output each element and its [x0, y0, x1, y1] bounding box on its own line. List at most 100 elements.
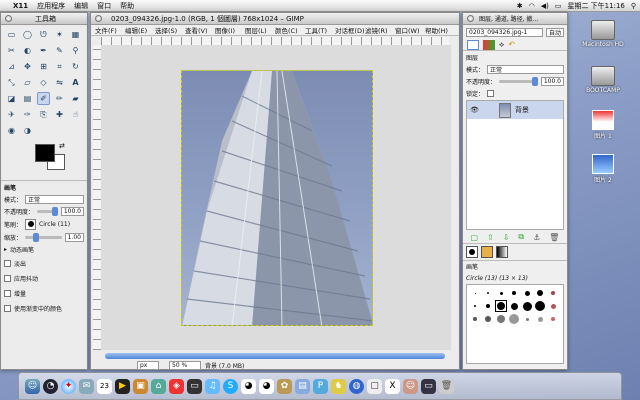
brush-cell[interactable] — [534, 287, 546, 299]
quicktime-icon[interactable]: ▶ — [115, 378, 130, 394]
rotate-icon[interactable]: ↻ — [69, 60, 82, 73]
menu-image[interactable]: 图像(I) — [215, 25, 245, 35]
preview-icon[interactable]: ▢ — [367, 378, 382, 394]
skype-icon[interactable]: S — [223, 378, 238, 394]
scissors-icon[interactable]: ✂ — [5, 44, 18, 57]
brush-cell[interactable] — [521, 300, 533, 312]
brush-cell[interactable] — [547, 287, 559, 299]
checkbox[interactable] — [4, 274, 11, 282]
menu-dialogs[interactable]: 对话框(D) — [335, 25, 365, 35]
menu-view[interactable]: 查看(V) — [185, 25, 215, 35]
foreground-color[interactable] — [35, 144, 55, 162]
visibility-eye-icon[interactable]: 👁 — [470, 106, 479, 114]
iphoto-icon[interactable]: ⌂ — [151, 378, 166, 394]
check-fade[interactable]: 淡出 — [1, 257, 87, 269]
layer-name[interactable]: 背景 — [515, 105, 529, 115]
photoshop-icon[interactable]: P — [313, 378, 328, 394]
toolbox-titlebar[interactable]: 工具箱 — [1, 13, 87, 25]
scale-slider[interactable] — [25, 232, 62, 242]
opacity-input[interactable]: 100.0 — [60, 206, 84, 216]
brush-cell[interactable] — [534, 313, 546, 325]
wifi-icon[interactable]: ◠ — [529, 2, 535, 10]
menu-help[interactable]: 帮助 — [120, 1, 134, 11]
ichat-icon[interactable]: ◈ — [169, 378, 184, 394]
brush-cell[interactable] — [482, 313, 494, 325]
raise-layer-icon[interactable]: ⇧ — [487, 233, 494, 242]
dynamics-row[interactable]: ▸ 动态画笔 — [1, 243, 87, 255]
foreground-select-icon[interactable]: ◐ — [21, 44, 34, 57]
mode-select[interactable]: 正常 — [25, 194, 84, 204]
menu-edit[interactable]: 编辑(E) — [125, 25, 155, 35]
new-layer-icon[interactable]: ▢ — [470, 233, 478, 242]
perspective-icon[interactable]: ◇ — [37, 76, 50, 89]
bluetooth-icon[interactable]: ✱ — [517, 2, 523, 10]
layers-titlebar[interactable]: 图层, 通道, 路径, 撤... — [463, 13, 567, 25]
opacity-slider[interactable] — [37, 206, 58, 216]
tab-undo-icon[interactable]: ↶ — [508, 40, 515, 49]
menu-filters[interactable]: 滤镜(R) — [365, 25, 395, 35]
desktop-icon-picture-1[interactable]: 图片 1 — [578, 110, 628, 140]
lower-layer-icon[interactable]: ⇩ — [503, 233, 510, 242]
layer-opacity-input[interactable]: 100.0 — [540, 76, 564, 86]
app-menu[interactable]: X11 — [13, 2, 28, 10]
safari-icon[interactable]: ✦ — [61, 378, 76, 394]
gradient-selector[interactable] — [496, 246, 508, 258]
brush-cell[interactable] — [469, 313, 481, 325]
qq-icon-2[interactable]: ◕ — [259, 378, 274, 394]
dodge-burn-icon[interactable]: ◑ — [21, 124, 34, 137]
brush-cell[interactable] — [521, 313, 533, 325]
battery-icon[interactable]: ▭ — [555, 2, 562, 10]
swap-colors-icon[interactable]: ⇄ — [59, 142, 65, 150]
qq-icon[interactable]: ◕ — [241, 378, 256, 394]
crop-icon[interactable]: ⌗ — [53, 60, 66, 73]
brush-cell[interactable] — [521, 287, 533, 299]
x11-icon[interactable]: X — [385, 378, 400, 394]
blur-icon[interactable]: ◉ — [5, 124, 18, 137]
menu-file[interactable]: 文件(F) — [95, 25, 125, 35]
color-select-icon[interactable]: ▦ — [69, 28, 82, 41]
text-icon[interactable]: A — [69, 76, 82, 89]
brush-cell[interactable] — [495, 313, 507, 325]
ellipse-select-icon[interactable]: ◯ — [21, 28, 34, 41]
close-button[interactable] — [5, 15, 12, 22]
brush-cell[interactable] — [508, 300, 520, 312]
free-select-icon[interactable]: ᘎ — [37, 28, 50, 41]
layer-opacity-slider[interactable] — [499, 76, 538, 86]
tab-layers-icon[interactable] — [467, 40, 479, 50]
brush-cell-selected[interactable] — [495, 300, 507, 312]
smudge-icon[interactable]: ☝ — [69, 108, 82, 121]
pattern-selector[interactable] — [481, 246, 493, 258]
unit-select[interactable]: px — [137, 360, 159, 370]
ical-icon[interactable]: 23 — [97, 378, 112, 394]
rect-select-icon[interactable]: ▭ — [5, 28, 18, 41]
image-titlebar[interactable]: 0203_094326.jpg-1.0 (RGB, 1 個圖層) 768x102… — [91, 13, 459, 25]
check-incremental[interactable]: 增量 — [1, 287, 87, 299]
clone-icon[interactable]: ⎘ — [37, 108, 50, 121]
brush-cell[interactable] — [547, 300, 559, 312]
pencil-icon[interactable]: ✏ — [53, 92, 66, 105]
checkbox[interactable] — [4, 304, 11, 312]
screen-icon[interactable]: ▭ — [421, 378, 436, 394]
dashboard-icon[interactable]: ◔ — [43, 378, 58, 394]
finder-icon[interactable]: ☺ — [25, 378, 40, 394]
layer-mode-select[interactable]: 正常 — [487, 64, 564, 74]
checkbox[interactable] — [4, 259, 11, 267]
folder-icon[interactable]: ▤ — [295, 378, 310, 394]
desktop-icon-picture-2[interactable]: 图片 2 — [578, 154, 628, 184]
airbrush-icon[interactable]: ✈ — [5, 108, 18, 121]
tab-channels-icon[interactable] — [483, 40, 495, 50]
brush-selector[interactable] — [466, 246, 478, 258]
fuzzy-select-icon[interactable]: ✶ — [53, 28, 66, 41]
contact-icon[interactable]: ☺ — [403, 378, 418, 394]
brush-cell[interactable] — [508, 313, 520, 325]
menu-windows[interactable]: 窗口(W) — [395, 25, 425, 35]
brush-cell[interactable] — [534, 300, 546, 312]
lock-alpha-checkbox[interactable] — [487, 89, 495, 97]
measure-icon[interactable]: ⊿ — [5, 60, 18, 73]
brushes-grid[interactable] — [466, 284, 564, 364]
horizontal-scrollbar[interactable] — [105, 353, 445, 359]
close-button[interactable] — [95, 15, 102, 22]
move-icon[interactable]: ✥ — [21, 60, 34, 73]
tab-paths-icon[interactable]: ⟡ — [499, 40, 504, 49]
ink-icon[interactable]: ✑ — [21, 108, 34, 121]
